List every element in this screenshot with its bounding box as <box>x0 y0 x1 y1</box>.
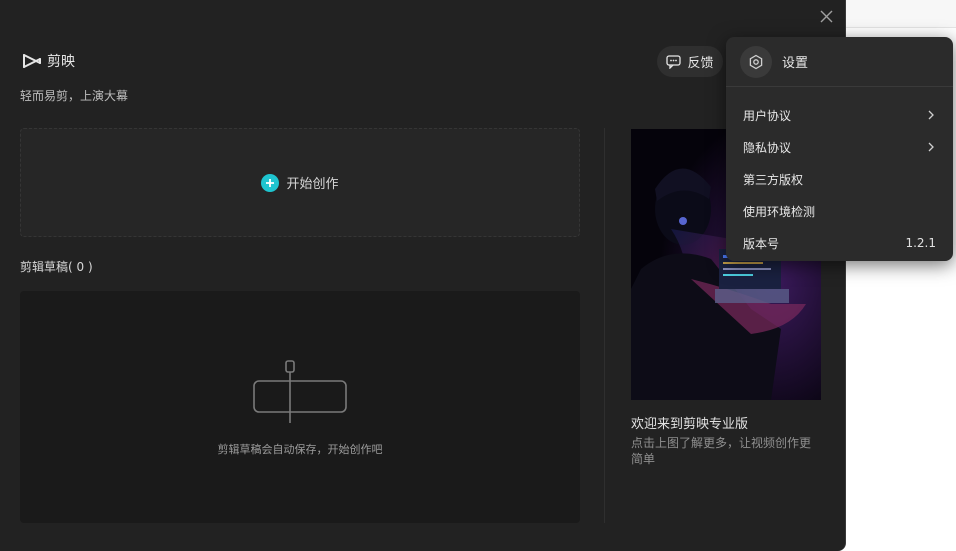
feedback-chat-icon <box>666 54 682 69</box>
chevron-right-icon <box>928 110 934 120</box>
chevron-right-icon <box>928 142 934 152</box>
menu-item-environment-check[interactable]: 使用环境检测 <box>726 196 953 226</box>
capcut-logo-icon <box>23 54 41 68</box>
timeline-clip-icon <box>253 360 347 423</box>
drafts-panel: 剪辑草稿会自动保存，开始创作吧 <box>20 291 580 523</box>
drafts-title: 剪辑草稿( 0 ) <box>20 260 93 274</box>
vertical-divider <box>604 128 605 523</box>
gear-icon <box>740 45 772 78</box>
menu-item-third-party-copyright[interactable]: 第三方版权 <box>726 164 953 194</box>
menu-item-version: 版本号 1.2.1 <box>726 228 953 258</box>
app-window: 剪映 轻而易剪，上演大幕 反馈 开始创作 剪辑草稿( 0 ) 剪辑草稿会自动保存… <box>0 0 846 551</box>
menu-item-label: 版本号 <box>743 236 780 251</box>
menu-item-user-agreement[interactable]: 用户协议 <box>726 100 953 130</box>
feedback-label: 反馈 <box>687 56 714 71</box>
settings-menu: 设置 用户协议 隐私协议 第三方版权 使用环境检测 版本号 1.2.1 <box>726 37 953 261</box>
brand-name: 剪映 <box>47 54 75 70</box>
promo-description: 点击上图了解更多，让视频创作更简单 <box>631 436 812 466</box>
start-create-button[interactable]: 开始创作 <box>20 128 580 237</box>
promo-title: 欢迎来到剪映专业版 <box>631 417 749 432</box>
close-icon <box>820 10 832 22</box>
drafts-empty-text: 剪辑草稿会自动保存，开始创作吧 <box>217 443 383 456</box>
menu-item-label: 用户协议 <box>743 108 792 123</box>
feedback-button[interactable]: 反馈 <box>657 46 723 77</box>
menu-item-privacy-agreement[interactable]: 隐私协议 <box>726 132 953 162</box>
settings-menu-header[interactable]: 设置 <box>726 37 953 86</box>
close-button[interactable] <box>812 4 840 28</box>
tagline: 轻而易剪，上演大幕 <box>20 89 129 103</box>
brand: 剪映 <box>21 51 75 71</box>
settings-label: 设置 <box>782 56 809 71</box>
background-window-topbar <box>846 0 956 28</box>
menu-item-label: 隐私协议 <box>743 140 792 155</box>
plus-circle-icon <box>261 173 280 192</box>
start-create-label: 开始创作 <box>286 177 339 192</box>
version-number: 1.2.1 <box>905 236 936 250</box>
menu-separator <box>726 86 953 87</box>
menu-item-label: 第三方版权 <box>743 172 804 187</box>
menu-item-label: 使用环境检测 <box>743 204 816 219</box>
